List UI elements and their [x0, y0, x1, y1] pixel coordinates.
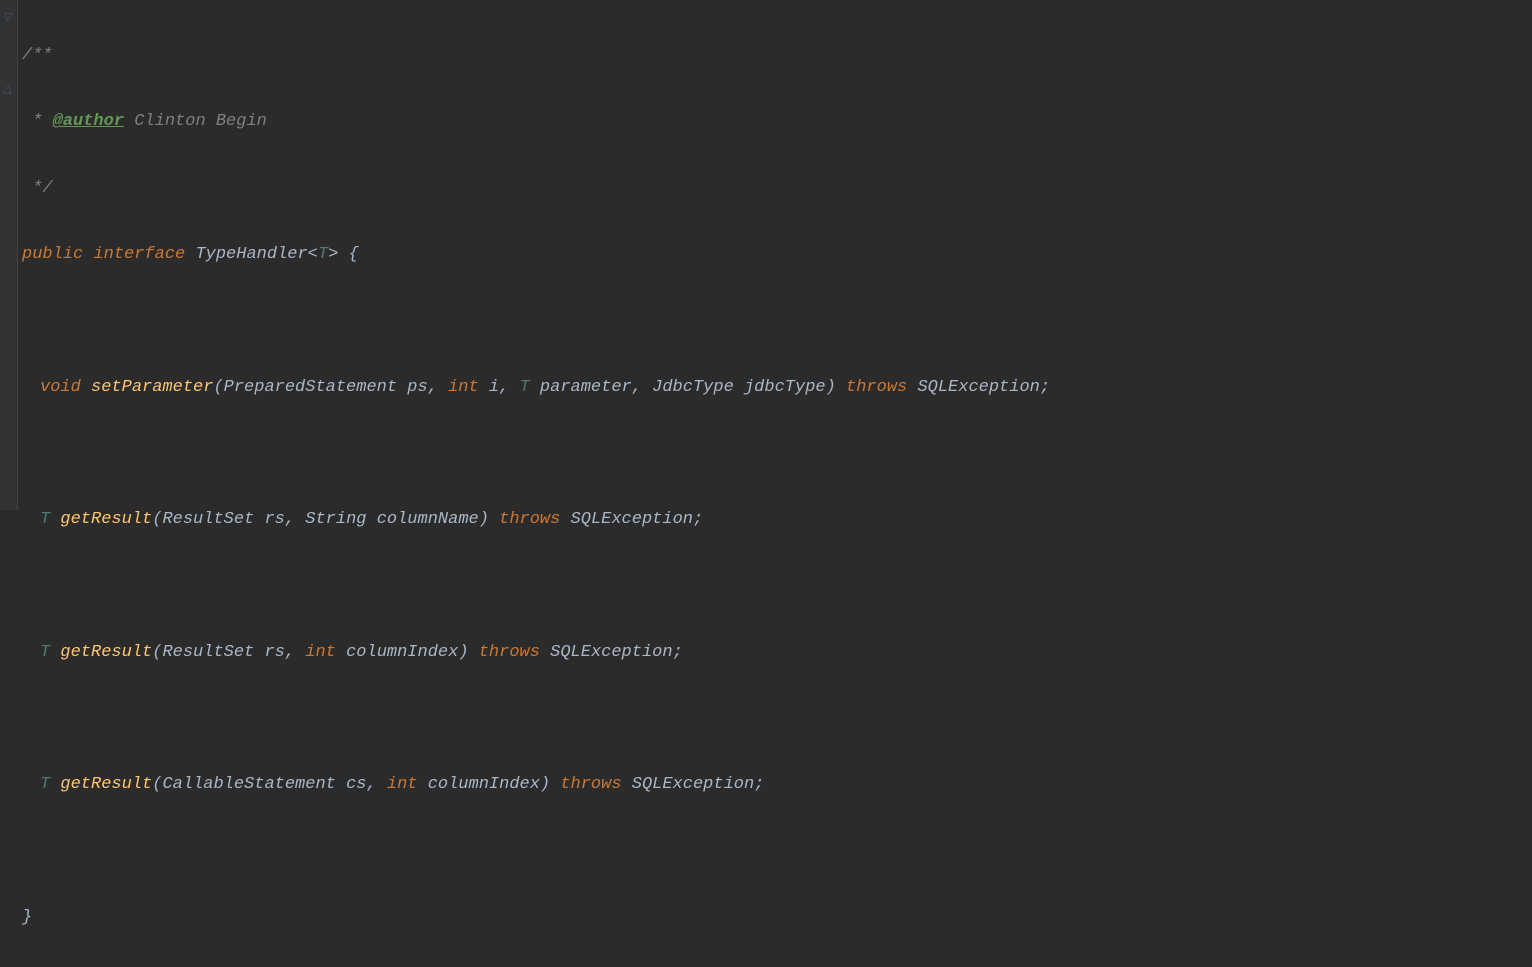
m2-rp: ) [479, 510, 489, 529]
javadoc-author-tag: @author [53, 112, 124, 131]
javadoc-close: */ [22, 179, 53, 198]
m1-rp: ) [826, 378, 836, 397]
m3-throws: throws [479, 643, 540, 662]
m3-p1t: ResultSet [162, 643, 254, 662]
m1-p2t: int [448, 378, 479, 397]
m1-semi: ; [1040, 378, 1050, 397]
m2-name: getResult [60, 510, 152, 529]
blank-line [22, 702, 1532, 735]
javadoc-author-line: * @author Clinton Begin [22, 105, 1532, 138]
open-brace: { [338, 245, 358, 264]
m4-p2n: columnIndex [418, 775, 540, 794]
interface-name: TypeHandler [195, 245, 307, 264]
javadoc-open: /** [22, 46, 53, 65]
m2-p2t: String [305, 510, 366, 529]
blank-line [22, 437, 1532, 470]
m4-ret: T [40, 775, 50, 794]
m3-ret: T [40, 643, 50, 662]
javadoc-close-line: */ [22, 172, 1532, 205]
m1-ret: void [40, 378, 81, 397]
m4-exc: SQLException [632, 775, 754, 794]
m1-p2n: i [479, 378, 499, 397]
m1-p1n: ps [397, 378, 428, 397]
m4-semi: ; [754, 775, 764, 794]
close-brace-line: } [22, 901, 1532, 934]
m4-c1: , [366, 775, 386, 794]
blank-line [22, 569, 1532, 602]
m1-name: setParameter [91, 378, 213, 397]
blank-line [22, 304, 1532, 337]
m3-name: getResult [60, 643, 152, 662]
method-getResult-callable-line: T getResult(CallableStatement cs, int co… [22, 768, 1532, 801]
m3-p2n: columnIndex [336, 643, 458, 662]
code-editor[interactable]: /** * @author Clinton Begin */ public in… [0, 0, 1532, 967]
m3-exc: SQLException [550, 643, 672, 662]
gt: > [328, 245, 338, 264]
kw-public: public [22, 245, 83, 264]
m4-p2t: int [387, 775, 418, 794]
editor-gutter: ▽ △ [0, 0, 18, 510]
m1-lp: ( [213, 378, 223, 397]
javadoc-open-line: /** [22, 39, 1532, 72]
method-setParameter-line: void setParameter(PreparedStatement ps, … [22, 371, 1532, 404]
m1-throws: throws [846, 378, 907, 397]
javadoc-star: * [22, 112, 53, 131]
close-brace: } [22, 908, 32, 927]
fold-close-icon[interactable]: △ [3, 80, 11, 101]
m2-ret: T [40, 510, 50, 529]
method-getResult-int-line: T getResult(ResultSet rs, int columnInde… [22, 636, 1532, 669]
m1-exc: SQLException [917, 378, 1039, 397]
m4-throws: throws [560, 775, 621, 794]
type-param: T [318, 245, 328, 264]
m3-p1n: rs [254, 643, 285, 662]
m1-c2: , [499, 378, 519, 397]
m2-exc: SQLException [571, 510, 693, 529]
m4-name: getResult [60, 775, 152, 794]
m3-lp: ( [152, 643, 162, 662]
m4-lp: ( [152, 775, 162, 794]
m1-p1t: PreparedStatement [224, 378, 397, 397]
fold-open-icon[interactable]: ▽ [3, 8, 11, 29]
m3-semi: ; [673, 643, 683, 662]
m2-throws: throws [499, 510, 560, 529]
blank-line [22, 835, 1532, 868]
m2-p2n: columnName [367, 510, 479, 529]
m1-c1: , [428, 378, 448, 397]
method-getResult-string-line: T getResult(ResultSet rs, String columnN… [22, 503, 1532, 536]
m2-lp: ( [152, 510, 162, 529]
m2-c1: , [285, 510, 305, 529]
javadoc-author-name: Clinton Begin [124, 112, 267, 131]
m4-p1n: cs [336, 775, 367, 794]
lt: < [308, 245, 318, 264]
m1-p4t: JdbcType [652, 378, 734, 397]
m4-p1t: CallableStatement [162, 775, 335, 794]
m4-rp: ) [540, 775, 550, 794]
m1-p3n: parameter [530, 378, 632, 397]
m2-p1t: ResultSet [162, 510, 254, 529]
kw-interface: interface [93, 245, 185, 264]
m2-semi: ; [693, 510, 703, 529]
m1-c3: , [632, 378, 652, 397]
m1-p4n: jdbcType [734, 378, 826, 397]
m2-p1n: rs [254, 510, 285, 529]
m3-c1: , [285, 643, 305, 662]
interface-decl-line: public interface TypeHandler<T> { [22, 238, 1532, 271]
m3-p2t: int [305, 643, 336, 662]
m3-rp: ) [458, 643, 468, 662]
m1-p3t: T [520, 378, 530, 397]
